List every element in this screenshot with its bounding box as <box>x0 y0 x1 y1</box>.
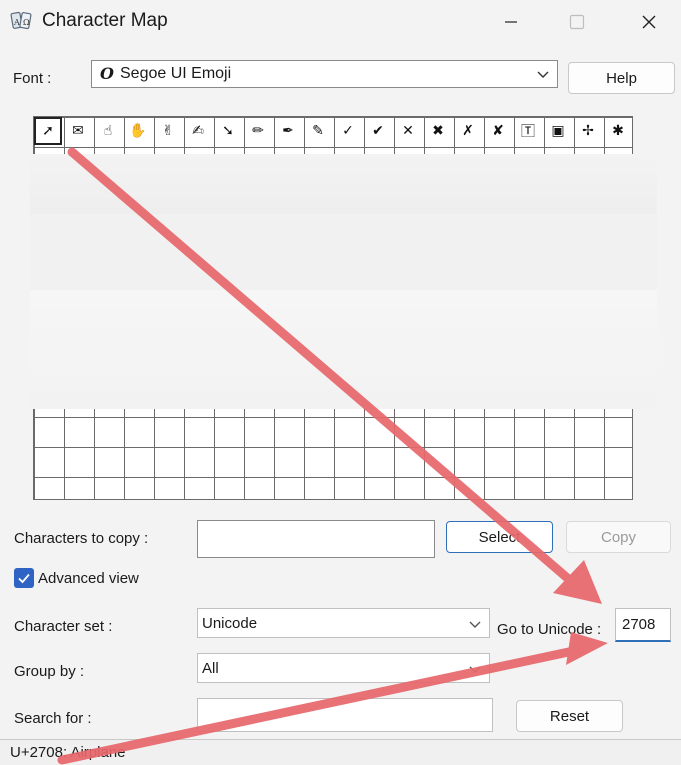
minimize-button[interactable] <box>488 4 534 40</box>
advanced-view-label[interactable]: Advanced view <box>38 570 139 587</box>
grid-obscured-band <box>30 154 657 214</box>
svg-text:A: A <box>13 18 20 27</box>
search-for-label: Search for : <box>14 710 92 727</box>
font-value: Segoe UI Emoji <box>120 65 232 82</box>
character-cell[interactable]: ✕ <box>393 116 423 146</box>
characters-to-copy-input[interactable] <box>197 520 435 558</box>
font-dropdown[interactable]: O Segoe UI Emoji <box>91 60 558 88</box>
chevron-down-icon <box>469 621 481 628</box>
copy-button[interactable]: Copy <box>566 521 671 553</box>
search-input[interactable] <box>197 698 493 732</box>
grid-obscured-band <box>30 290 657 409</box>
character-cell[interactable]: ✏ <box>243 116 273 146</box>
character-cell[interactable]: ▣ <box>543 116 573 146</box>
character-cell[interactable]: ✌ <box>153 116 183 146</box>
character-cell[interactable]: ✔ <box>363 116 393 146</box>
character-cell[interactable]: ➘ <box>213 116 243 146</box>
close-icon <box>642 15 656 29</box>
group-by-value: All <box>202 660 219 677</box>
characters-to-copy-label: Characters to copy : <box>14 530 149 547</box>
character-cell[interactable]: ✍ <box>183 116 213 146</box>
character-cell[interactable]: ✋ <box>123 116 153 146</box>
character-set-dropdown[interactable]: Unicode <box>197 608 490 638</box>
svg-text:Ω: Ω <box>23 18 30 27</box>
maximize-icon <box>569 14 585 30</box>
character-cell[interactable]: ✱ <box>603 116 633 146</box>
character-cell[interactable]: ✉ <box>63 116 93 146</box>
minimize-icon <box>505 21 517 23</box>
go-to-unicode-value: 2708 <box>622 616 656 633</box>
character-cell[interactable]: ✢ <box>573 116 603 146</box>
character-cell[interactable]: ✘ <box>483 116 513 146</box>
character-cell[interactable]: ☝ <box>93 116 123 146</box>
window-title: Character Map <box>42 10 168 31</box>
character-cell[interactable]: ✖ <box>423 116 453 146</box>
character-cell[interactable]: ✒ <box>273 116 303 146</box>
group-by-dropdown[interactable]: All <box>197 653 490 683</box>
chevron-down-icon <box>469 666 481 673</box>
status-text: U+2708: Airplane <box>10 744 126 761</box>
character-cell[interactable]: ✗ <box>453 116 483 146</box>
go-to-unicode-label: Go to Unicode : <box>497 621 602 638</box>
character-cell[interactable]: ➚ <box>33 116 63 146</box>
character-set-value: Unicode <box>202 615 258 632</box>
select-button[interactable]: Select <box>446 521 553 553</box>
reset-button[interactable]: Reset <box>516 700 623 732</box>
opentype-font-icon: O <box>100 64 114 83</box>
character-cell[interactable]: ✓ <box>333 116 363 146</box>
close-button[interactable] <box>626 4 672 40</box>
checkmark-icon <box>18 573 30 584</box>
go-to-unicode-input[interactable]: 2708 <box>615 608 671 642</box>
help-button[interactable]: Help <box>568 62 675 94</box>
font-label: Font : <box>13 70 52 87</box>
chevron-down-icon <box>537 71 549 78</box>
advanced-view-checkbox[interactable] <box>14 568 34 588</box>
character-cell[interactable]: ✎ <box>303 116 333 146</box>
title-bar: A Ω Character Map <box>0 0 681 44</box>
character-grid-row: ➚ ✉ ☝ ✋ ✌ ✍ ➘ ✏ ✒ ✎ ✓ ✔ ✕ ✖ ✗ ✘ 🅃 ▣ ✢ ✱ <box>33 116 633 146</box>
character-cell[interactable]: 🅃 <box>513 116 543 146</box>
group-by-label: Group by : <box>14 663 85 680</box>
status-bar: U+2708: Airplane <box>0 739 681 765</box>
character-set-label: Character set : <box>14 618 113 635</box>
maximize-button[interactable] <box>554 4 600 40</box>
character-map-icon: A Ω <box>10 10 34 32</box>
